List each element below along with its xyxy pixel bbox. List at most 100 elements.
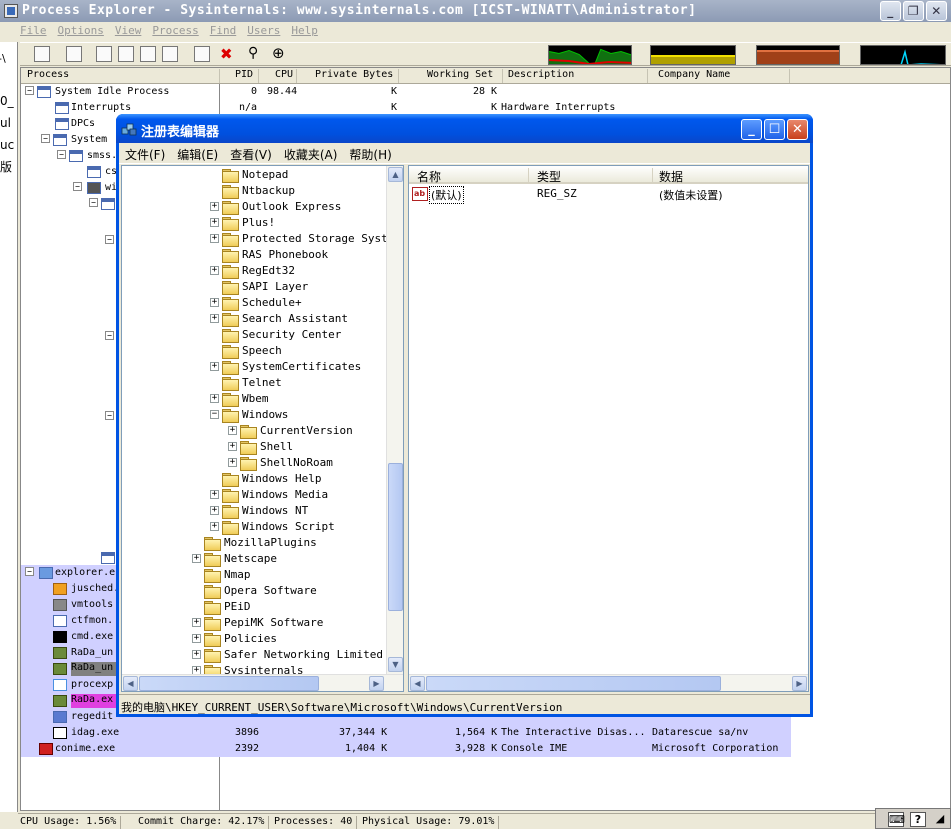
pe-minimize-button[interactable]: _ [880,1,901,21]
collapse-icon[interactable]: − [105,331,114,340]
regedit-menu-favorites[interactable]: 收藏夹(A) [278,143,344,163]
physical-memory-graph[interactable] [860,45,946,65]
target-crosshair-icon[interactable]: ⊕ [272,44,285,62]
regedit-maximize-button[interactable]: ☐ [764,119,785,140]
tree-horizontal-scrollbar[interactable]: ◀ ▶ [122,674,403,691]
tree-vertical-scrollbar[interactable]: ▲ ▼ [386,166,403,674]
regedit-menu-view[interactable]: 查看(V) [224,143,278,163]
collapse-icon[interactable]: − [73,182,82,191]
pe-menu-file[interactable]: File [20,24,47,42]
tray-arrow-icon[interactable]: ◢ [932,812,948,827]
list-hscroll-thumb[interactable] [426,676,721,691]
scroll-left-arrow-icon[interactable]: ◀ [410,676,425,691]
io-graph[interactable] [756,45,840,65]
tree-view-icon[interactable] [140,46,156,62]
pe-menu-bar: File Options View Process Find Users Hel… [20,24,318,42]
regedit-menu-help[interactable]: 帮助(H) [343,143,397,163]
expand-icon[interactable]: + [210,234,219,243]
pe-menu-view[interactable]: View [115,24,142,42]
expand-icon[interactable]: + [192,554,201,563]
table-row[interactable]: conime.exe 2392 1,404 K 3,928 K Console … [21,741,791,757]
tree-hscroll-thumb[interactable] [139,676,319,691]
pe-close-button[interactable]: ✕ [926,1,947,21]
expand-icon[interactable]: + [192,618,201,627]
column-header-type[interactable]: 类型 [537,168,653,184]
keyboard-icon[interactable]: ⌨ [888,812,905,827]
list-horizontal-scrollbar[interactable]: ◀ ▶ [409,674,808,691]
collapse-icon[interactable]: − [105,411,114,420]
column-header-name[interactable]: 名称 [417,168,529,184]
collapse-icon[interactable]: − [25,567,34,576]
save-icon[interactable] [34,46,50,62]
find-binoculars-icon[interactable]: ⚲ [248,45,258,61]
expand-icon[interactable]: + [210,314,219,323]
pe-menu-users[interactable]: Users [247,24,280,42]
expand-icon[interactable]: + [210,362,219,371]
expand-icon[interactable]: + [210,218,219,227]
list-item[interactable]: ab (默认) REG_SZ (数值未设置) [409,186,808,204]
edge-text-1: 0_ [0,94,14,108]
column-header-company[interactable]: Company Name [658,69,790,83]
collapse-icon[interactable]: − [210,410,219,419]
regedit-close-button[interactable]: ✕ [787,119,808,140]
kill-process-icon[interactable]: ✖ [220,45,233,63]
scroll-up-arrow-icon[interactable]: ▲ [388,167,403,182]
pe-menu-process[interactable]: Process [152,24,198,42]
handle-view-icon[interactable] [162,46,178,62]
folder-icon [240,457,257,471]
options-icon[interactable] [194,46,210,62]
regedit-menu-file[interactable]: 文件(F) [119,143,171,163]
scroll-down-arrow-icon[interactable]: ▼ [388,657,403,672]
registry-values-list[interactable]: 名称 类型 数据 ab (默认) REG_SZ (数值未设置) ◀ ▶ [408,165,809,692]
expand-icon[interactable]: + [210,202,219,211]
regedit-menu-edit[interactable]: 编辑(E) [171,143,224,163]
expand-icon[interactable]: + [210,506,219,515]
column-header-private-bytes[interactable]: Private Bytes [315,69,399,83]
pe-menu-options[interactable]: Options [58,24,104,42]
scroll-right-arrow-icon[interactable]: ▶ [369,676,384,691]
column-header-data[interactable]: 数据 [659,168,808,184]
process-explorer-title-bar[interactable]: Process Explorer - Sysinternals: www.sys… [0,0,951,22]
explorer-icon [39,567,53,579]
expand-icon[interactable]: + [210,394,219,403]
column-header-process[interactable]: Process [27,69,220,83]
registry-editor-window[interactable]: 注册表编辑器 _ ☐ ✕ 文件(F) 编辑(E) 查看(V) 收藏夹(A) 帮助… [116,114,813,717]
pe-menu-help[interactable]: Help [291,24,318,42]
collapse-icon[interactable]: − [105,235,114,244]
pe-menu-find[interactable]: Find [210,24,237,42]
scroll-right-arrow-icon[interactable]: ▶ [792,676,807,691]
column-header-working-set[interactable]: Working Set [427,69,503,83]
collapse-icon[interactable]: − [89,198,98,207]
expand-icon[interactable]: + [210,522,219,531]
expand-icon[interactable]: + [192,634,201,643]
expand-icon[interactable]: + [210,298,219,307]
pe-restore-button[interactable]: ❐ [903,1,924,21]
collapse-icon[interactable]: − [25,86,34,95]
expand-icon[interactable]: + [228,442,237,451]
expand-icon[interactable]: + [210,266,219,275]
tree-item-label: Opera Software [224,584,317,597]
refresh-icon[interactable] [66,46,82,62]
column-header-description[interactable]: Description [508,69,648,83]
commit-graph[interactable] [650,45,736,65]
column-header-pid[interactable]: PID [235,69,259,83]
collapse-icon[interactable]: − [41,134,50,143]
scroll-left-arrow-icon[interactable]: ◀ [123,676,138,691]
table-row[interactable]: − System Idle Process 0 98.44 K 28 K [21,84,950,100]
expand-icon[interactable]: + [228,458,237,467]
regedit-minimize-button[interactable]: _ [741,119,762,140]
help-icon[interactable]: ? [910,812,926,827]
regedit-title-bar[interactable]: 注册表编辑器 _ ☐ ✕ [116,114,813,143]
folder-icon [222,201,239,215]
column-header-cpu[interactable]: CPU [275,69,297,83]
registry-key-tree[interactable]: Notepad Ntbackup + Outlook Express + Plus! + Pr… [121,165,404,692]
expand-icon[interactable]: + [192,650,201,659]
expand-icon[interactable]: + [210,490,219,499]
cpu-graph[interactable] [548,45,632,65]
expand-icon[interactable]: + [228,426,237,435]
system-info-icon[interactable] [96,46,112,62]
table-row[interactable]: idag.exe 3896 37,344 K 1,564 K The Inter… [21,725,791,741]
properties-icon[interactable] [118,46,134,62]
tree-scroll-thumb[interactable] [388,463,403,611]
collapse-icon[interactable]: − [57,150,66,159]
